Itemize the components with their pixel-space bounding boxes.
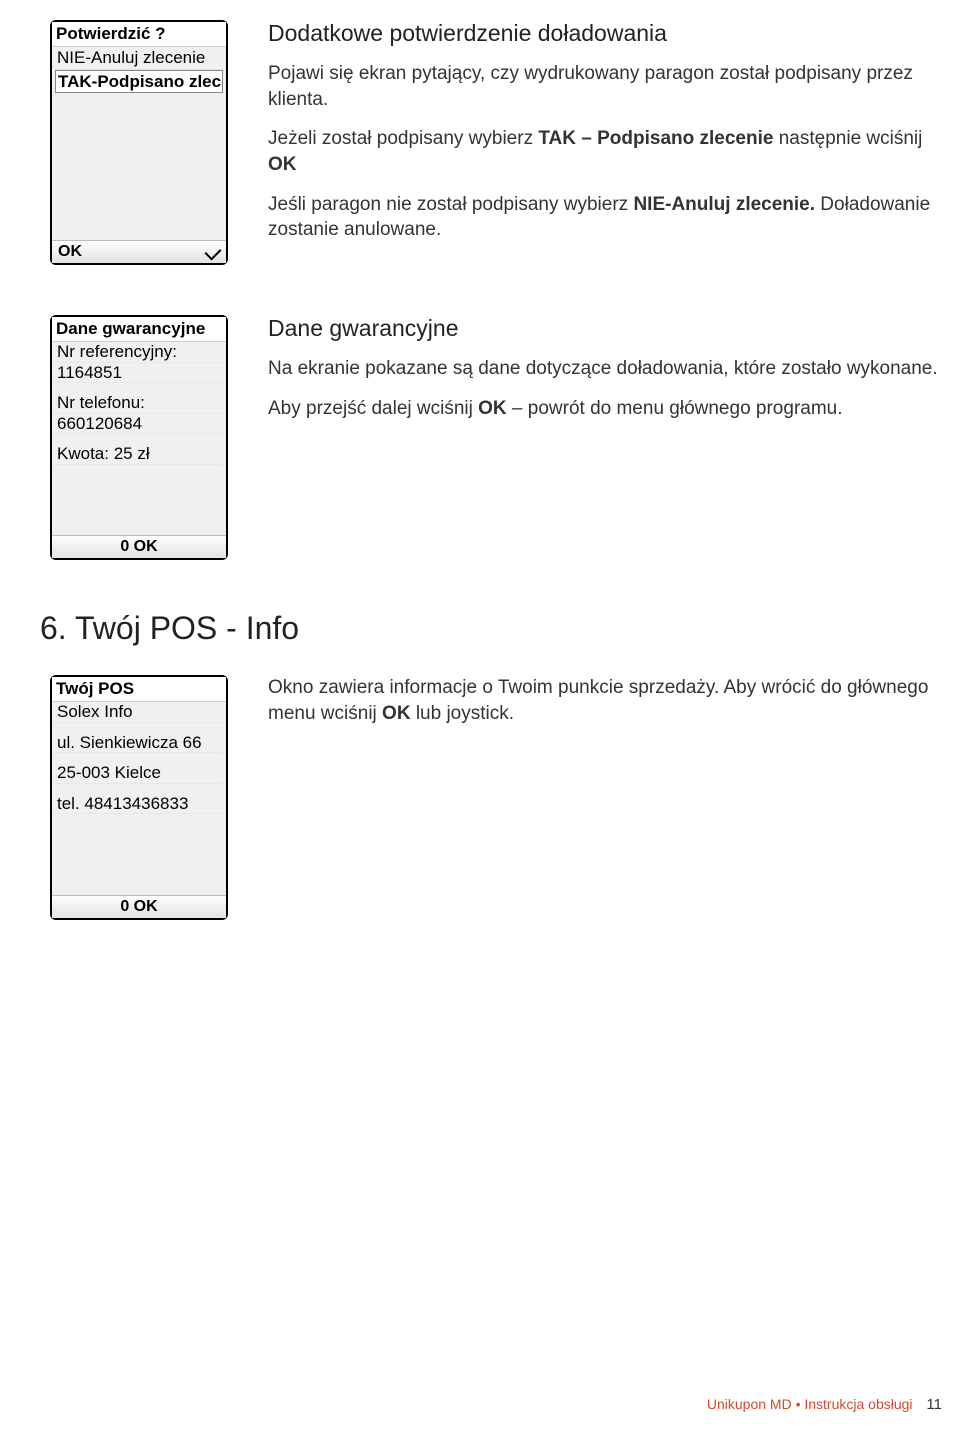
text-line: 25-003 Kielce bbox=[55, 763, 223, 784]
screen-body: Nr referencyjny: 1164851 Nr telefonu: 66… bbox=[52, 342, 226, 535]
desc-warranty: Dane gwarancyjne Na ekranie pokazane są … bbox=[268, 315, 950, 560]
text-line: 1164851 bbox=[55, 363, 223, 384]
page-footer: Unikupon MD • Instrukcja obsługi 11 bbox=[707, 1396, 942, 1413]
phone-screen-confirm: Potwierdzić ? NIE-Anuluj zlecenie TAK-Po… bbox=[50, 20, 228, 265]
row-confirm: Potwierdzić ? NIE-Anuluj zlecenie TAK-Po… bbox=[50, 20, 950, 265]
menu-item-no[interactable]: NIE-Anuluj zlecenie bbox=[55, 47, 223, 70]
text-line: ul. Sienkiewicza 66 bbox=[55, 733, 223, 754]
screen-title: Dane gwarancyjne bbox=[52, 317, 226, 342]
desc-paragraph: Jeżeli został podpisany wybierz TAK – Po… bbox=[268, 126, 950, 177]
desc-heading: Dodatkowe potwierdzenie doładowania bbox=[268, 20, 950, 47]
desc-heading: Dane gwarancyjne bbox=[268, 315, 950, 342]
row-pos-info: Twój POS Solex Info ul. Sienkiewicza 66 … bbox=[50, 675, 950, 920]
softkey-left[interactable]: OK bbox=[58, 243, 82, 261]
screen-body: NIE-Anuluj zlecenie TAK-Podpisano zlece bbox=[52, 47, 226, 240]
footer-text: Unikupon MD • Instrukcja obsługi bbox=[707, 1396, 913, 1412]
desc-paragraph: Na ekranie pokazane są dane dotyczące do… bbox=[268, 356, 950, 382]
screen-title: Potwierdzić ? bbox=[52, 22, 226, 47]
phone-screen-warranty: Dane gwarancyjne Nr referencyjny: 116485… bbox=[50, 315, 228, 560]
softkey-center[interactable]: 0 OK bbox=[58, 538, 220, 556]
desc-paragraph: Okno zawiera informacje o Twoim punkcie … bbox=[268, 675, 950, 726]
text-line: Nr telefonu: bbox=[55, 393, 223, 414]
text-line: tel. 48413436833 bbox=[55, 794, 223, 815]
screen-body: Solex Info ul. Sienkiewicza 66 25-003 Ki… bbox=[52, 702, 226, 895]
screen-softkeys: 0 OK bbox=[52, 535, 226, 558]
text-line: Solex Info bbox=[55, 702, 223, 723]
text-line: Nr referencyjny: bbox=[55, 342, 223, 363]
row-warranty: Dane gwarancyjne Nr referencyjny: 116485… bbox=[50, 315, 950, 560]
section-heading: 6. Twój POS - Info bbox=[40, 610, 950, 647]
desc-paragraph: Pojawi się ekran pytający, czy wydrukowa… bbox=[268, 61, 950, 112]
desc-pos: Okno zawiera informacje o Twoim punkcie … bbox=[268, 675, 950, 920]
desc-paragraph: Aby przejść dalej wciśnij OK – powrót do… bbox=[268, 396, 950, 422]
desc-paragraph: Jeśli paragon nie został podpisany wybie… bbox=[268, 192, 950, 243]
menu-item-yes[interactable]: TAK-Podpisano zlece bbox=[55, 70, 223, 94]
screen-title: Twój POS bbox=[52, 677, 226, 702]
checkmark-icon bbox=[205, 244, 222, 261]
softkey-center[interactable]: 0 OK bbox=[58, 898, 220, 916]
desc-confirm: Dodatkowe potwierdzenie doładowania Poja… bbox=[268, 20, 950, 265]
text-line: Kwota: 25 zł bbox=[55, 444, 223, 465]
phone-screen-pos: Twój POS Solex Info ul. Sienkiewicza 66 … bbox=[50, 675, 228, 920]
page-number: 11 bbox=[926, 1396, 942, 1413]
text-line: 660120684 bbox=[55, 414, 223, 435]
screen-softkeys: OK bbox=[52, 240, 226, 263]
screen-softkeys: 0 OK bbox=[52, 895, 226, 918]
